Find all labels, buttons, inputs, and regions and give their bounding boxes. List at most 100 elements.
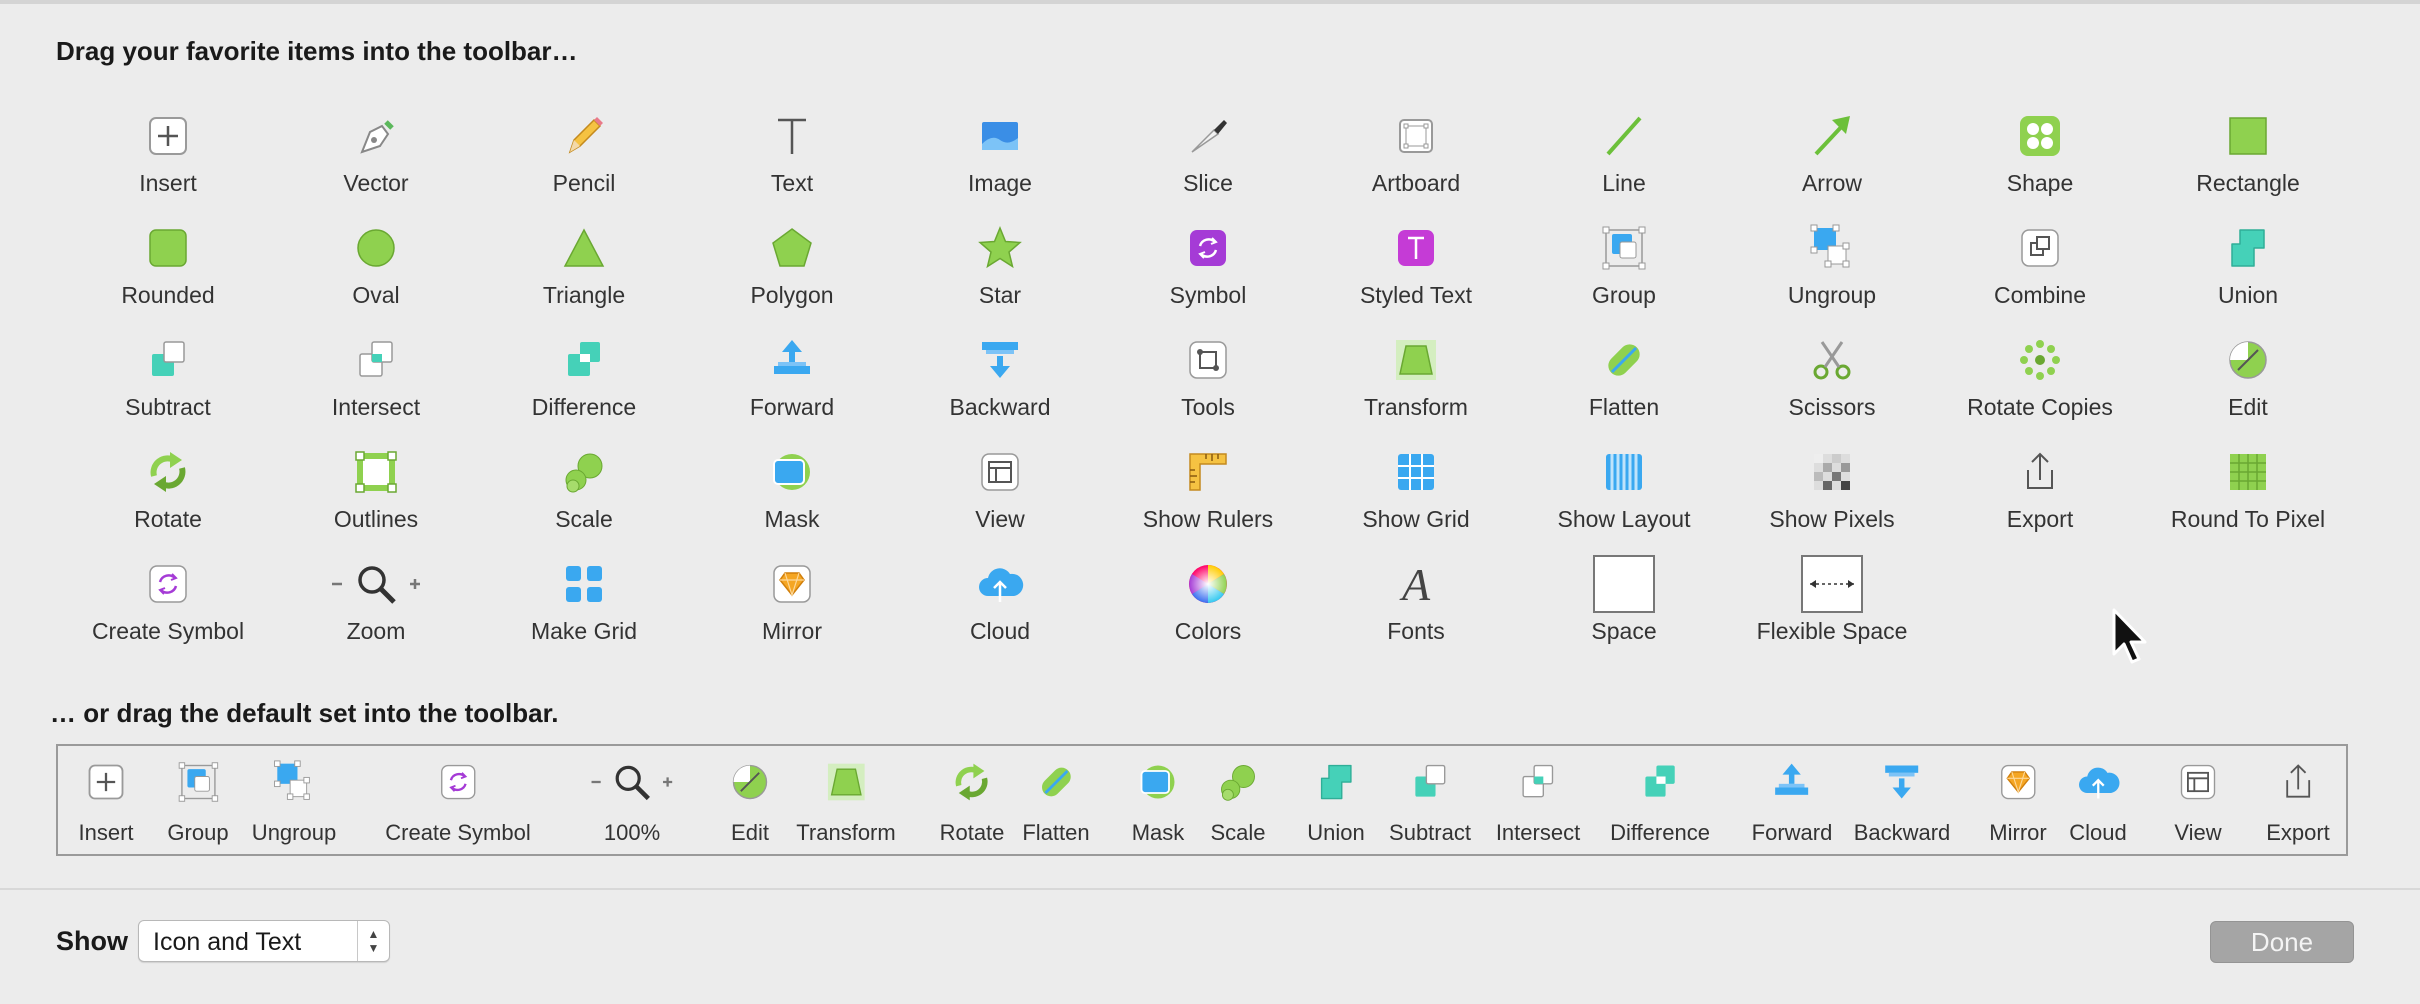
default-item-union[interactable]: Union xyxy=(1307,754,1365,846)
default-item-flatten[interactable]: Flatten xyxy=(1022,754,1090,846)
palette-item-colors[interactable]: Colors xyxy=(1104,546,1312,658)
subtract-icon xyxy=(1402,754,1458,810)
tools-icon xyxy=(1178,330,1238,390)
palette-item-label: Line xyxy=(1602,170,1646,196)
palette-item-mirror[interactable]: Mirror xyxy=(688,546,896,658)
palette-item-combine[interactable]: Combine xyxy=(1936,210,2144,322)
export-icon xyxy=(2010,442,2070,502)
palette-item-export[interactable]: Export xyxy=(1936,434,2144,546)
default-item-group[interactable]: Group xyxy=(167,754,229,846)
palette-item-symbol[interactable]: Symbol xyxy=(1104,210,1312,322)
palette-item-rounded[interactable]: Rounded xyxy=(64,210,272,322)
palette-item-label: Cloud xyxy=(969,618,1031,644)
palette-item-flatten[interactable]: Flatten xyxy=(1520,322,1728,434)
palette-item-cloud[interactable]: Cloud xyxy=(896,546,1104,658)
palette-item-rotate[interactable]: Rotate xyxy=(64,434,272,546)
default-item-rotate[interactable]: Rotate xyxy=(940,754,1004,846)
toolbar-item-palette: Insert Vector Pencil Text Image Slice Artboard… xyxy=(64,98,2354,658)
palette-item-group[interactable]: Group xyxy=(1520,210,1728,322)
space-icon xyxy=(1593,554,1655,614)
default-item-transform[interactable]: Transform xyxy=(796,754,896,846)
palette-item-label: Image xyxy=(968,170,1032,196)
default-item-label: Cloud xyxy=(2069,820,2127,845)
default-item-subtract[interactable]: Subtract xyxy=(1389,754,1471,846)
palette-item-flexible-space[interactable]: Flexible Space xyxy=(1728,546,1936,658)
palette-item-show-grid[interactable]: Show Grid xyxy=(1312,434,1520,546)
palette-item-styled-text[interactable]: Styled Text xyxy=(1312,210,1520,322)
palette-item-show-pixels[interactable]: Show Pixels xyxy=(1728,434,1936,546)
palette-item-show-layout[interactable]: Show Layout xyxy=(1520,434,1728,546)
default-item-create-symbol[interactable]: Create Symbol xyxy=(385,754,531,846)
palette-item-edit[interactable]: Edit xyxy=(2144,322,2352,434)
palette-item-shape[interactable]: Shape xyxy=(1936,98,2144,210)
palette-item-vector[interactable]: Vector xyxy=(272,98,480,210)
plus-box-icon xyxy=(78,754,134,810)
palette-item-rectangle[interactable]: Rectangle xyxy=(2144,98,2352,210)
palette-item-label: Group xyxy=(1592,282,1656,308)
palette-item-line[interactable]: Line xyxy=(1520,98,1728,210)
palette-item-create-symbol[interactable]: Create Symbol xyxy=(64,546,272,658)
default-item-export[interactable]: Export xyxy=(2266,754,2330,846)
palette-item-round-to-pixel[interactable]: Round To Pixel xyxy=(2144,434,2352,546)
default-item-insert[interactable]: Insert xyxy=(78,754,134,846)
transform-icon xyxy=(1386,330,1446,390)
default-item-forward[interactable]: Forward xyxy=(1752,754,1832,846)
palette-item-show-rulers[interactable]: Show Rulers xyxy=(1104,434,1312,546)
palette-item-pencil[interactable]: Pencil xyxy=(480,98,688,210)
palette-item-difference[interactable]: Difference xyxy=(480,322,688,434)
default-item-edit[interactable]: Edit xyxy=(722,754,778,846)
palette-item-forward[interactable]: Forward xyxy=(688,322,896,434)
palette-item-fonts[interactable]: A Fonts xyxy=(1312,546,1520,658)
palette-item-zoom[interactable]: Zoom xyxy=(272,546,480,658)
palette-item-space[interactable]: Space xyxy=(1520,546,1728,658)
palette-item-label: Export xyxy=(2006,506,2074,532)
palette-item-union[interactable]: Union xyxy=(2144,210,2352,322)
palette-item-label: Create Symbol xyxy=(91,618,245,644)
palette-item-image[interactable]: Image xyxy=(896,98,1104,210)
palette-item-triangle[interactable]: Triangle xyxy=(480,210,688,322)
edit-icon xyxy=(722,754,778,810)
default-item-cloud[interactable]: Cloud xyxy=(2069,754,2127,846)
palette-item-make-grid[interactable]: Make Grid xyxy=(480,546,688,658)
palette-item-ungroup[interactable]: Ungroup xyxy=(1728,210,1936,322)
palette-item-rotate-copies[interactable]: Rotate Copies xyxy=(1936,322,2144,434)
rulers-icon xyxy=(1178,442,1238,502)
palette-item-view[interactable]: View xyxy=(896,434,1104,546)
done-button[interactable]: Done xyxy=(2210,921,2354,963)
palette-item-intersect[interactable]: Intersect xyxy=(272,322,480,434)
text-t-icon xyxy=(762,106,822,166)
palette-item-artboard[interactable]: Artboard xyxy=(1312,98,1520,210)
default-item-difference[interactable]: Difference xyxy=(1610,754,1710,846)
default-toolbar-set[interactable]: Insert Group Ungroup Create Symbol 100% Edit T… xyxy=(56,744,2348,856)
palette-item-backward[interactable]: Backward xyxy=(896,322,1104,434)
palette-item-scissors[interactable]: Scissors xyxy=(1728,322,1936,434)
default-item-scale[interactable]: Scale xyxy=(1210,754,1266,846)
default-item-mask[interactable]: Mask xyxy=(1130,754,1186,846)
default-item-label: Export xyxy=(2266,820,2330,845)
backward-icon xyxy=(1874,754,1930,810)
footer-divider xyxy=(0,888,2420,890)
palette-item-polygon[interactable]: Polygon xyxy=(688,210,896,322)
palette-item-scale[interactable]: Scale xyxy=(480,434,688,546)
difference-icon xyxy=(1632,754,1688,810)
default-item-label: Subtract xyxy=(1389,820,1471,845)
palette-item-text[interactable]: Text xyxy=(688,98,896,210)
palette-item-star[interactable]: Star xyxy=(896,210,1104,322)
palette-item-oval[interactable]: Oval xyxy=(272,210,480,322)
default-item-view[interactable]: View xyxy=(2170,754,2226,846)
default-item-label: Flatten xyxy=(1022,820,1090,845)
palette-item-mask[interactable]: Mask xyxy=(688,434,896,546)
palette-item-outlines[interactable]: Outlines xyxy=(272,434,480,546)
palette-item-subtract[interactable]: Subtract xyxy=(64,322,272,434)
palette-item-insert[interactable]: Insert xyxy=(64,98,272,210)
show-mode-select[interactable]: Icon and Text ▲ ▼ xyxy=(138,920,390,962)
default-item-100-[interactable]: 100% xyxy=(591,754,673,846)
palette-item-arrow[interactable]: Arrow xyxy=(1728,98,1936,210)
palette-item-slice[interactable]: Slice xyxy=(1104,98,1312,210)
default-item-intersect[interactable]: Intersect xyxy=(1496,754,1580,846)
default-item-backward[interactable]: Backward xyxy=(1854,754,1950,846)
palette-item-transform[interactable]: Transform xyxy=(1312,322,1520,434)
default-item-ungroup[interactable]: Ungroup xyxy=(252,754,336,846)
palette-item-tools[interactable]: Tools xyxy=(1104,322,1312,434)
default-item-mirror[interactable]: Mirror xyxy=(1989,754,2047,846)
